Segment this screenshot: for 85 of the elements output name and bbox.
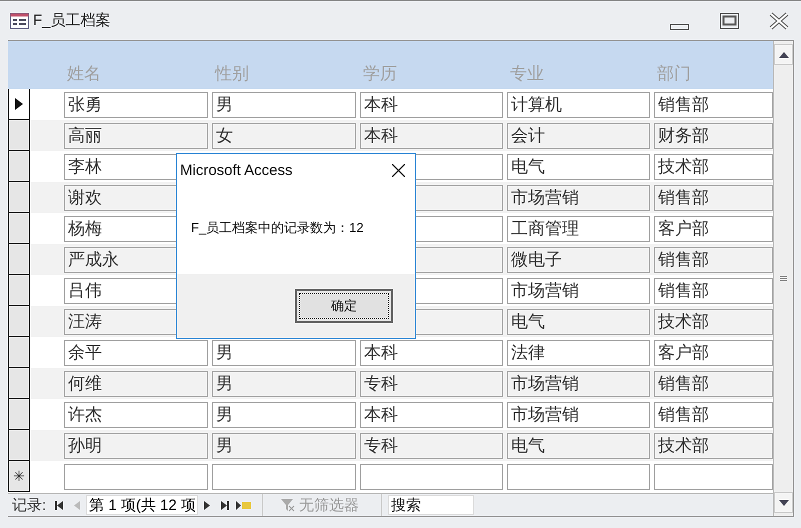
column-header: 学历 bbox=[362, 63, 398, 85]
table-cell[interactable]: 电气 bbox=[507, 432, 650, 458]
table-cell[interactable] bbox=[212, 464, 356, 490]
table-cell[interactable]: 本科 bbox=[360, 402, 503, 428]
new-record-selector[interactable]: ✳ bbox=[8, 461, 30, 492]
table-cell[interactable]: 张勇 bbox=[64, 92, 208, 118]
table-cell[interactable]: 男 bbox=[212, 432, 356, 458]
triangle-up-icon bbox=[778, 52, 788, 58]
caret-right-icon bbox=[204, 500, 210, 510]
table-cell[interactable]: 市场营销 bbox=[507, 370, 650, 396]
table-cell[interactable]: 电气 bbox=[507, 154, 650, 180]
table-cell[interactable]: 计算机 bbox=[507, 92, 650, 118]
current-record-icon bbox=[15, 98, 23, 110]
record-selector[interactable] bbox=[8, 120, 30, 151]
record-selector[interactable] bbox=[8, 244, 30, 275]
column-header: 部门 bbox=[656, 63, 692, 85]
table-cell[interactable]: 本科 bbox=[360, 122, 503, 148]
table-cell[interactable]: 男 bbox=[212, 92, 356, 118]
table-cell[interactable]: 男 bbox=[212, 370, 356, 396]
table-cell[interactable] bbox=[360, 464, 503, 490]
record-selector[interactable] bbox=[8, 399, 30, 430]
minimize-icon[interactable] bbox=[670, 22, 690, 30]
ok-button[interactable]: 确定 bbox=[295, 289, 393, 323]
scroll-up-button[interactable] bbox=[774, 44, 793, 65]
table-cell[interactable]: 销售部 bbox=[654, 184, 773, 210]
table-cell[interactable]: 技术部 bbox=[654, 308, 773, 334]
table-cell[interactable]: 专科 bbox=[360, 432, 503, 458]
window-title: F_员工档案 bbox=[33, 11, 111, 30]
table-cell[interactable]: 技术部 bbox=[654, 154, 773, 180]
record-selector[interactable] bbox=[8, 306, 30, 337]
table-cell[interactable]: 本科 bbox=[360, 92, 503, 118]
record-selector[interactable] bbox=[8, 337, 30, 368]
table-cell[interactable]: 销售部 bbox=[654, 402, 773, 428]
record-selector[interactable] bbox=[8, 182, 30, 213]
table-cell[interactable]: 销售部 bbox=[654, 246, 773, 272]
record-selector[interactable] bbox=[8, 368, 30, 399]
table-cell[interactable]: 法律 bbox=[507, 340, 650, 366]
record-label: 记录: bbox=[11, 496, 48, 514]
record-selector[interactable] bbox=[8, 275, 30, 306]
column-header: 性别 bbox=[214, 63, 250, 85]
table-cell[interactable]: 销售部 bbox=[654, 278, 773, 304]
table-cell[interactable] bbox=[507, 464, 650, 490]
table-cell[interactable]: 孙明 bbox=[64, 432, 208, 458]
filter-icon bbox=[281, 498, 296, 512]
table-cell[interactable]: 许杰 bbox=[64, 402, 208, 428]
table-cell[interactable]: 男 bbox=[212, 402, 356, 428]
column-header: 专业 bbox=[509, 63, 545, 85]
table-cell[interactable]: 客户部 bbox=[654, 340, 773, 366]
record-selector[interactable] bbox=[8, 213, 30, 244]
form-icon bbox=[10, 12, 29, 28]
table-cell[interactable]: 市场营销 bbox=[507, 184, 650, 210]
table-cell[interactable]: 专科 bbox=[360, 370, 503, 396]
table-cell[interactable]: 电气 bbox=[507, 308, 650, 334]
close-icon[interactable] bbox=[769, 12, 789, 30]
record-selector[interactable] bbox=[8, 430, 30, 461]
table-cell[interactable] bbox=[654, 464, 773, 490]
table-cell[interactable]: 微电子 bbox=[507, 246, 650, 272]
record-selector[interactable] bbox=[8, 89, 30, 120]
table-cell[interactable]: 技术部 bbox=[654, 432, 773, 458]
table-cell[interactable]: 会计 bbox=[507, 122, 650, 148]
table-cell[interactable]: 市场营销 bbox=[507, 402, 650, 428]
table-cell[interactable]: 客户部 bbox=[654, 216, 773, 242]
new-record-button[interactable] bbox=[236, 498, 252, 512]
table-cell[interactable]: 女 bbox=[212, 122, 356, 148]
table-cell[interactable]: 工商管理 bbox=[507, 216, 650, 242]
scroll-grip-icon bbox=[780, 276, 787, 281]
table-cell[interactable]: 何维 bbox=[64, 370, 208, 396]
table-cell[interactable]: 余平 bbox=[64, 340, 208, 366]
table-cell[interactable]: 市场营销 bbox=[507, 278, 650, 304]
table-cell[interactable]: 财务部 bbox=[654, 122, 773, 148]
triangle-down-icon bbox=[778, 500, 788, 506]
record-selector[interactable] bbox=[8, 151, 30, 182]
table-cell[interactable]: 销售部 bbox=[654, 92, 773, 118]
maximize-icon[interactable] bbox=[720, 12, 739, 28]
caret-left-icon bbox=[74, 500, 80, 510]
scroll-down-button[interactable] bbox=[774, 492, 793, 513]
record-position-field[interactable]: 第 1 项(共 12 项 bbox=[86, 495, 198, 515]
table-cell[interactable]: 男 bbox=[212, 340, 356, 366]
table-cell[interactable]: 销售部 bbox=[654, 370, 773, 396]
close-icon[interactable] bbox=[392, 164, 405, 176]
search-field[interactable]: 搜索 bbox=[388, 495, 474, 515]
table-cell[interactable] bbox=[64, 464, 208, 490]
column-header: 姓名 bbox=[66, 63, 102, 85]
table-cell[interactable]: 本科 bbox=[360, 340, 503, 366]
table-cell[interactable]: 高丽 bbox=[64, 122, 208, 148]
